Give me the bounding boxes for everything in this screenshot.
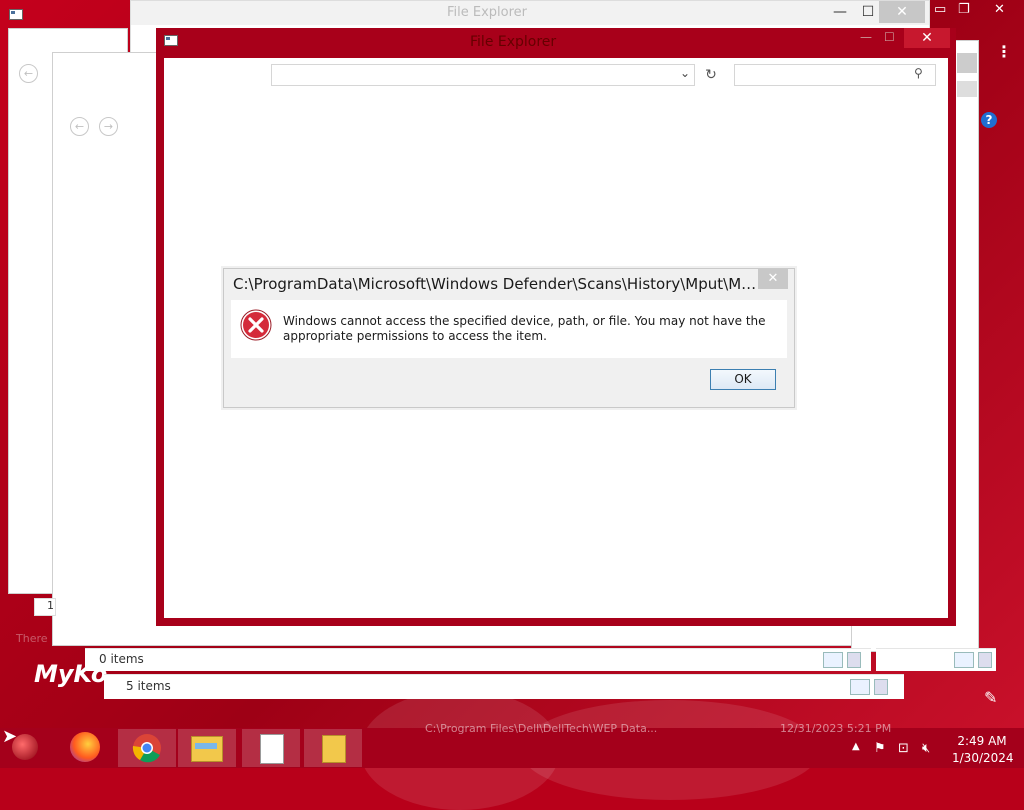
scroll-handle[interactable]	[957, 81, 977, 97]
status-bar: 0 items	[85, 648, 871, 671]
scroll-handle[interactable]	[957, 53, 977, 73]
folder-icon	[322, 735, 346, 763]
details-view-icon[interactable]	[954, 652, 974, 668]
back-arrow-icon[interactable]: ←	[70, 117, 89, 136]
taskbar-item-chrome[interactable]	[118, 729, 176, 767]
back-window-titlebar	[131, 1, 929, 25]
status-item-count: 0 items	[99, 652, 144, 666]
pen-icon[interactable]: ✎	[984, 688, 997, 707]
main-window-title: File Explorer	[470, 34, 557, 50]
clock-date[interactable]: 1/30/2024	[952, 751, 1014, 765]
refresh-icon[interactable]: ↻	[700, 64, 722, 86]
address-bar[interactable]	[271, 64, 695, 86]
minimize-icon[interactable]: —	[860, 30, 872, 48]
taskbar-ghost-path: C:\Program Files\Dell\DellTech\WEP Data.…	[425, 722, 658, 735]
show-hidden-icons-icon[interactable]: ▲	[852, 741, 860, 752]
help-icon[interactable]: ?	[981, 112, 997, 128]
large-icons-view-icon[interactable]	[874, 679, 888, 695]
taskbar-item-file-explorer[interactable]	[178, 729, 236, 767]
start-icon[interactable]	[12, 734, 38, 760]
network-icon[interactable]: ⊡	[898, 741, 909, 756]
ok-button[interactable]: OK	[710, 369, 776, 390]
large-icons-view-icon[interactable]	[978, 652, 992, 668]
status-bar: 5 items	[104, 674, 904, 699]
chrome-icon	[132, 734, 161, 763]
notepad-icon	[260, 734, 284, 764]
maximize-icon[interactable]: ☐	[884, 30, 895, 48]
search-icon[interactable]: ⚲	[914, 66, 923, 80]
status-item-count: 5 items	[126, 679, 171, 693]
window-system-icon	[164, 35, 178, 46]
taskbar-item-folder[interactable]	[304, 729, 362, 767]
action-center-flag-icon[interactable]: ⚑	[874, 741, 886, 756]
browser-close-icon[interactable]: ✕	[994, 2, 1005, 17]
browser-menu-icon[interactable]: ⋮	[996, 42, 1012, 61]
taskbar-item-notepad[interactable]	[242, 729, 300, 767]
minimize-icon[interactable]: —	[825, 1, 855, 23]
file-explorer-icon	[191, 736, 223, 762]
back-window-title: File Explorer	[447, 5, 528, 20]
dialog-close-button[interactable]: ✕	[758, 269, 788, 289]
dialog-title: C:\ProgramData\Microsoft\Windows Defende…	[233, 275, 758, 293]
clock-time[interactable]: 2:49 AM	[952, 734, 1012, 748]
window-system-icon	[9, 9, 23, 20]
chevron-down-icon[interactable]: ⌄	[680, 66, 690, 80]
details-view-icon[interactable]	[850, 679, 870, 695]
close-icon[interactable]: ✕	[904, 28, 950, 48]
firefox-icon[interactable]	[70, 732, 100, 762]
left-count: 1	[34, 598, 56, 616]
dialog-message: Windows cannot access the specified devi…	[283, 314, 766, 343]
back-arrow-icon[interactable]: ←	[19, 64, 38, 83]
error-icon	[240, 309, 272, 341]
close-icon[interactable]: ✕	[879, 1, 925, 23]
search-input[interactable]	[734, 64, 936, 86]
forward-arrow-icon[interactable]: →	[99, 117, 118, 136]
desktop-ghost-label: There	[16, 632, 48, 645]
browser-minimize-icon[interactable]: ▭	[934, 2, 946, 17]
status-bar-right	[876, 648, 996, 671]
browser-restore-icon[interactable]: ❐	[958, 2, 970, 17]
file-explorer-icon-detail	[195, 743, 217, 749]
volume-muted-icon[interactable]: 🔇︎	[922, 741, 930, 756]
details-view-icon[interactable]	[823, 652, 843, 668]
large-icons-view-icon[interactable]	[847, 652, 861, 668]
taskbar-ghost-date: 12/31/2023 5:21 PM	[780, 722, 892, 735]
